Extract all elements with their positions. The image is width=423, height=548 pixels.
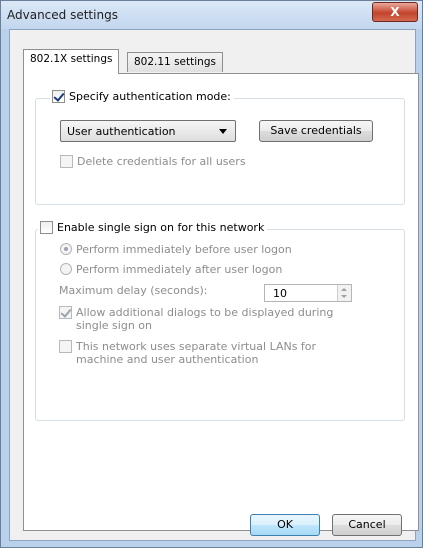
window-title: Advanced settings xyxy=(7,8,118,22)
delete-credentials-row: Delete credentials for all users xyxy=(60,155,246,168)
perform-before-row: Perform immediately before user logon xyxy=(60,243,292,256)
dialog-client-area: 802.1X settings 802.11 settings Specify … xyxy=(9,29,419,541)
allow-dialogs-row: Allow additional dialogs to be displayed… xyxy=(59,306,359,332)
close-icon: X xyxy=(390,5,400,19)
max-delay-spinbox[interactable]: 10 xyxy=(264,284,352,302)
separate-vlans-row: This network uses separate virtual LANs … xyxy=(59,340,359,366)
tab-panel-802-1x: Specify authentication mode: User authen… xyxy=(23,73,419,531)
allow-dialogs-checkbox[interactable] xyxy=(59,306,72,319)
auth-mode-dropdown[interactable]: User authentication xyxy=(60,120,236,142)
cancel-button[interactable]: Cancel xyxy=(332,514,402,536)
perform-before-label: Perform immediately before user logon xyxy=(76,243,292,256)
tab-label: 802.1X settings xyxy=(30,53,113,65)
authentication-group: Specify authentication mode: User authen… xyxy=(35,90,405,205)
spin-down-icon[interactable] xyxy=(341,295,347,298)
ok-button[interactable]: OK xyxy=(250,514,320,536)
perform-after-row: Perform immediately after user logon xyxy=(60,263,282,276)
ok-label: OK xyxy=(277,518,293,531)
separate-vlans-label: This network uses separate virtual LANs … xyxy=(76,340,317,366)
max-delay-value: 10 xyxy=(273,287,287,300)
spin-buttons[interactable] xyxy=(337,285,351,301)
enable-sso-row: Enable single sign on for this network xyxy=(38,221,268,234)
enable-sso-label: Enable single sign on for this network xyxy=(57,221,265,234)
delete-credentials-checkbox[interactable] xyxy=(60,155,73,168)
save-credentials-label: Save credentials xyxy=(270,124,362,137)
delete-credentials-label: Delete credentials for all users xyxy=(77,155,246,168)
save-credentials-button[interactable]: Save credentials xyxy=(259,120,373,142)
tab-802-1x-settings[interactable]: 802.1X settings xyxy=(23,49,120,74)
close-button[interactable]: X xyxy=(372,2,418,22)
specify-auth-checkbox[interactable] xyxy=(52,90,65,103)
title-bar[interactable]: Advanced settings X xyxy=(1,1,422,29)
specify-auth-label: Specify authentication mode: xyxy=(69,90,231,103)
enable-sso-checkbox[interactable] xyxy=(40,221,53,234)
separate-vlans-checkbox[interactable] xyxy=(59,340,72,353)
max-delay-label: Maximum delay (seconds): xyxy=(59,284,208,297)
specify-auth-row: Specify authentication mode: xyxy=(50,90,234,103)
spin-up-icon[interactable] xyxy=(341,288,347,291)
auth-mode-selected-value: User authentication xyxy=(67,125,176,138)
cancel-label: Cancel xyxy=(348,518,386,531)
tab-802-11-settings[interactable]: 802.11 settings xyxy=(127,52,223,72)
allow-dialogs-label: Allow additional dialogs to be displayed… xyxy=(76,306,334,332)
advanced-settings-dialog: Advanced settings X 802.1X settings 802.… xyxy=(0,0,423,548)
perform-before-radio[interactable] xyxy=(60,243,72,255)
perform-after-radio[interactable] xyxy=(60,263,72,275)
perform-after-label: Perform immediately after user logon xyxy=(76,263,283,276)
tab-label: 802.11 settings xyxy=(134,56,216,68)
chevron-down-icon xyxy=(219,129,227,134)
